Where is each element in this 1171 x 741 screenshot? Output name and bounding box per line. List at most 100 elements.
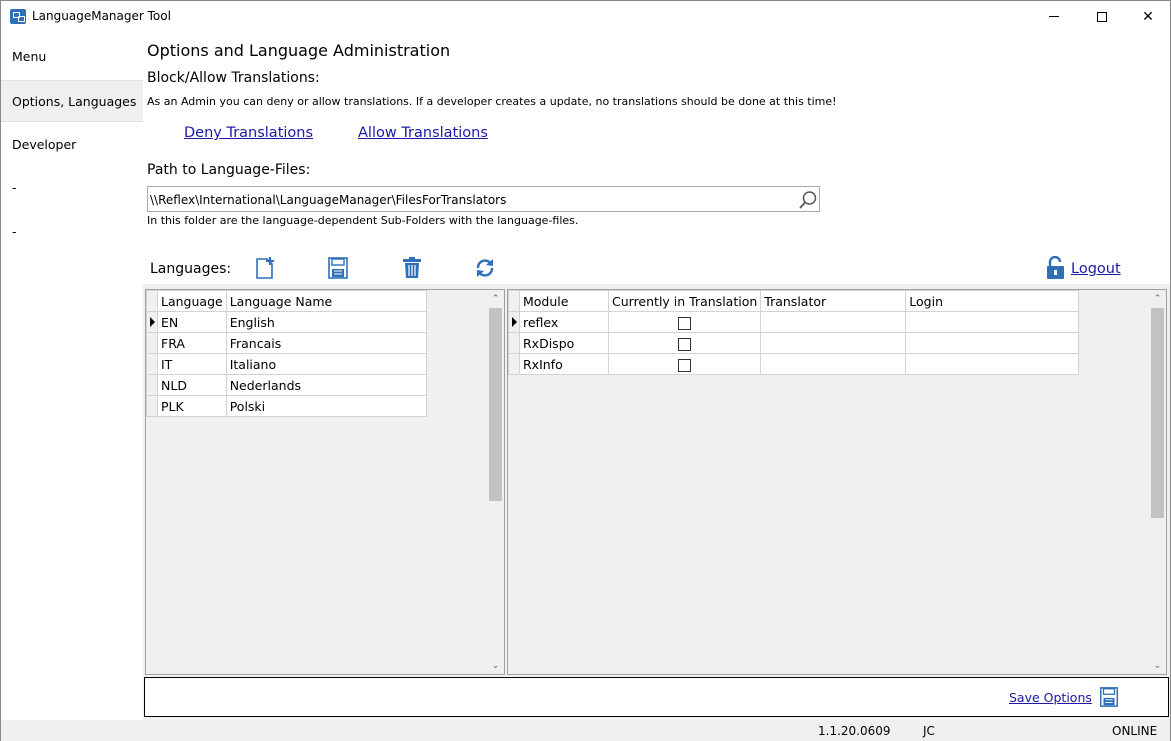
save-options-icon[interactable]: [1098, 685, 1120, 709]
new-document-icon[interactable]: [253, 256, 277, 280]
modules-table: Module Currently in Translation Translat…: [508, 290, 1080, 375]
path-input[interactable]: [150, 191, 790, 209]
sidebar-item-options-languages[interactable]: Options, Languages: [1, 80, 143, 122]
delete-icon[interactable]: [400, 256, 424, 280]
row-header[interactable]: [508, 332, 520, 354]
search-icon[interactable]: [798, 190, 818, 210]
row-header[interactable]: [146, 311, 158, 333]
user-label: JC: [923, 724, 935, 738]
column-header-in-translation[interactable]: Currently in Translation: [607, 290, 762, 312]
cell-module[interactable]: RxDispo: [519, 332, 609, 354]
scrollbar-thumb[interactable]: [1151, 308, 1164, 518]
cell-in-translation[interactable]: [607, 311, 762, 333]
current-row-indicator-icon: [512, 317, 517, 327]
cell-language-code[interactable]: EN: [157, 311, 227, 333]
table-row[interactable]: EN English: [146, 311, 427, 333]
title-bar: LanguageManager Tool ✕: [1, 1, 1170, 32]
scroll-up-icon[interactable]: ⌃: [487, 290, 504, 307]
cell-login[interactable]: [905, 311, 1080, 333]
table-row[interactable]: RxDispo: [508, 332, 1080, 354]
deny-translations-link[interactable]: Deny Translations: [184, 125, 313, 141]
in-translation-checkbox[interactable]: [678, 337, 692, 351]
cell-language-code[interactable]: NLD: [157, 374, 227, 396]
connection-status: ONLINE: [1112, 724, 1158, 738]
sidebar-item-menu[interactable]: Menu: [1, 36, 143, 76]
table-row[interactable]: PLK Polski: [146, 395, 427, 417]
path-field: [147, 186, 820, 212]
in-translation-checkbox[interactable]: [678, 316, 692, 330]
scroll-down-icon[interactable]: ⌄: [487, 657, 504, 674]
main-panel: Options and Language Administration Bloc…: [143, 34, 1170, 720]
unlock-icon[interactable]: [1045, 256, 1067, 280]
minimize-button[interactable]: [1031, 1, 1077, 32]
table-header-row: Module Currently in Translation Translat…: [508, 290, 1080, 312]
cell-module[interactable]: RxInfo: [519, 353, 609, 375]
column-header-language-name[interactable]: Language Name: [225, 290, 427, 312]
maximize-button[interactable]: [1079, 1, 1125, 32]
path-label: Path to Language-Files:: [147, 162, 311, 178]
table-row[interactable]: reflex: [508, 311, 1080, 333]
close-icon: ✕: [1142, 8, 1154, 25]
sidebar-item-developer[interactable]: Developer: [1, 124, 143, 164]
row-header[interactable]: [508, 290, 520, 312]
scrollbar-thumb[interactable]: [489, 308, 502, 501]
save-options-link[interactable]: Save Options: [1009, 690, 1092, 705]
minimize-icon: [1049, 16, 1059, 17]
cell-in-translation[interactable]: [607, 353, 762, 375]
cell-translator[interactable]: [760, 353, 907, 375]
path-note: In this folder are the language-dependen…: [147, 214, 579, 227]
row-header[interactable]: [146, 374, 158, 396]
refresh-icon[interactable]: [473, 256, 497, 280]
current-row-indicator-icon: [150, 317, 155, 327]
column-header-language[interactable]: Language: [157, 290, 227, 312]
cell-language-code[interactable]: FRA: [157, 332, 227, 354]
cell-language-code[interactable]: PLK: [157, 395, 227, 417]
cell-translator[interactable]: [760, 311, 907, 333]
cell-login[interactable]: [905, 332, 1080, 354]
allow-translations-link[interactable]: Allow Translations: [358, 125, 488, 141]
cell-module[interactable]: reflex: [519, 311, 609, 333]
logout-link[interactable]: Logout: [1071, 261, 1121, 277]
row-header[interactable]: [146, 332, 158, 354]
maximize-icon: [1097, 11, 1107, 22]
row-header[interactable]: [508, 311, 520, 333]
row-header[interactable]: [146, 290, 158, 312]
modules-scrollbar[interactable]: ⌃ ⌄: [1149, 290, 1166, 674]
page-title: Options and Language Administration: [147, 41, 451, 60]
languages-grid: Language Language Name EN English FRA Fr…: [145, 289, 505, 675]
column-header-module[interactable]: Module: [519, 290, 609, 312]
options-section: Options and Language Administration Bloc…: [143, 34, 1170, 284]
cell-language-name[interactable]: Polski: [225, 395, 427, 417]
app-window: LanguageManager Tool ✕ Menu Options, Lan…: [0, 0, 1171, 741]
sidebar: Menu Options, Languages Developer - -: [1, 34, 143, 720]
table-row[interactable]: NLD Nederlands: [146, 374, 427, 396]
cell-translator[interactable]: [760, 332, 907, 354]
save-icon[interactable]: [326, 256, 350, 280]
column-header-login[interactable]: Login: [905, 290, 1080, 312]
cell-language-name[interactable]: English: [225, 311, 427, 333]
scroll-up-icon[interactable]: ⌃: [1149, 290, 1166, 307]
cell-language-name[interactable]: Italiano: [225, 353, 427, 375]
cell-language-code[interactable]: IT: [157, 353, 227, 375]
cell-login[interactable]: [905, 353, 1080, 375]
block-allow-description: As an Admin you can deny or allow transl…: [147, 95, 837, 108]
close-button[interactable]: ✕: [1125, 1, 1171, 32]
row-header[interactable]: [146, 395, 158, 417]
column-header-translator[interactable]: Translator: [760, 290, 907, 312]
status-bar: 1.1.20.0609 JC ONLINE: [1, 720, 1170, 741]
languages-scrollbar[interactable]: ⌃ ⌄: [487, 290, 504, 674]
table-row[interactable]: IT Italiano: [146, 353, 427, 375]
sidebar-item-separator-2[interactable]: -: [1, 211, 143, 251]
cell-language-name[interactable]: Francais: [225, 332, 427, 354]
save-panel: Save Options: [144, 677, 1169, 717]
in-translation-checkbox[interactable]: [678, 358, 692, 372]
row-header[interactable]: [146, 353, 158, 375]
table-header-row: Language Language Name: [146, 290, 427, 312]
cell-language-name[interactable]: Nederlands: [225, 374, 427, 396]
cell-in-translation[interactable]: [607, 332, 762, 354]
row-header[interactable]: [508, 353, 520, 375]
sidebar-item-separator-1[interactable]: -: [1, 167, 143, 207]
table-row[interactable]: RxInfo: [508, 353, 1080, 375]
table-row[interactable]: FRA Francais: [146, 332, 427, 354]
scroll-down-icon[interactable]: ⌄: [1149, 657, 1166, 674]
